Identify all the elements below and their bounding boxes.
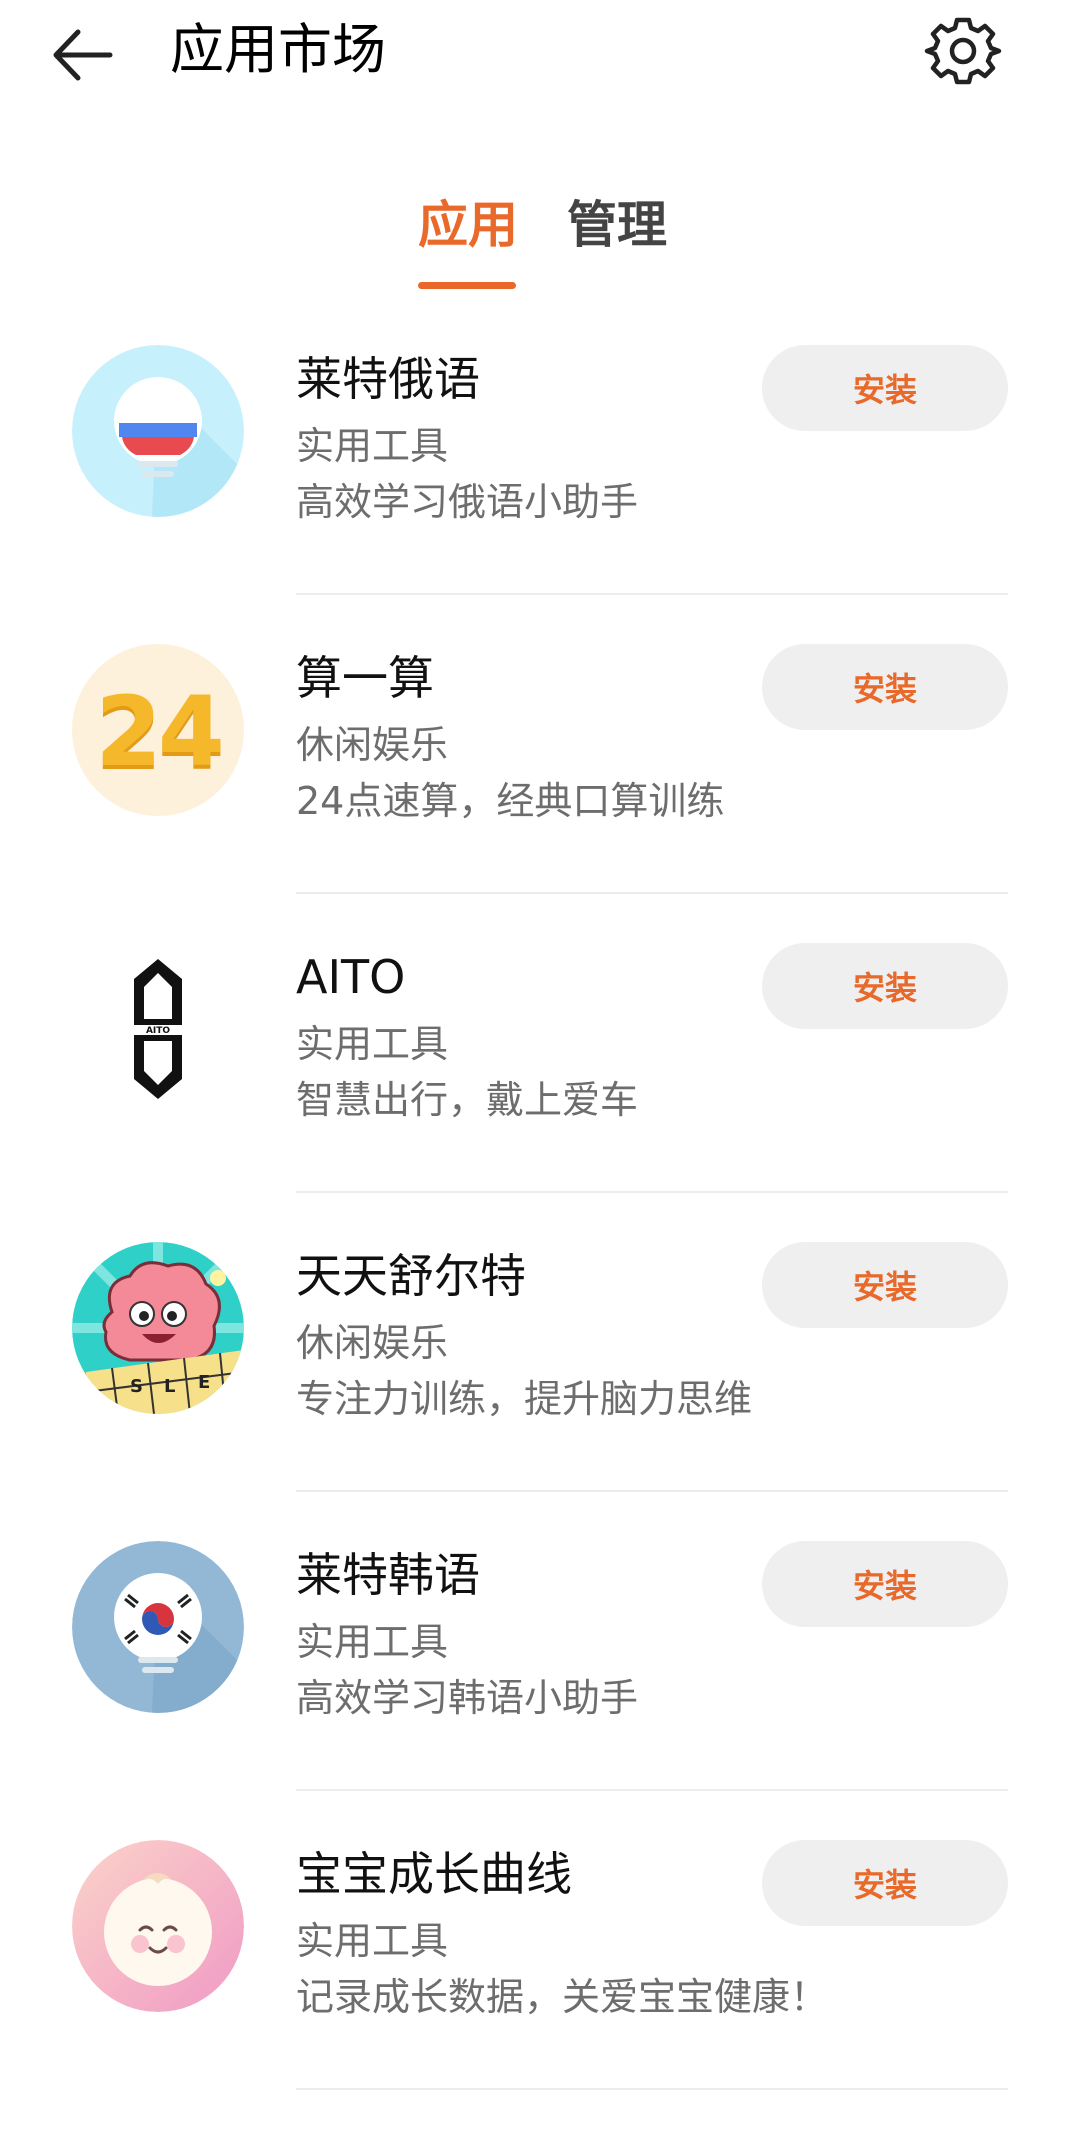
divider [296, 593, 1008, 595]
app-description: 专注力训练，提升脑力思维 [296, 1377, 753, 1421]
app-name: 莱特俄语 [296, 352, 480, 406]
install-button[interactable]: 安装 [762, 943, 1008, 1029]
active-tab-indicator [418, 282, 516, 289]
install-button[interactable]: 安装 [762, 1242, 1008, 1328]
divider [296, 1191, 1008, 1193]
divider [296, 892, 1008, 894]
top-bar: 应用市场 [0, 0, 1080, 110]
install-button[interactable]: 安装 [762, 644, 1008, 730]
tab-apps[interactable]: 应用 [418, 190, 518, 260]
aito-logo-icon: AITO [72, 943, 244, 1115]
number-24-icon: 24 [72, 644, 244, 816]
app-category: 休闲娱乐 [296, 723, 449, 767]
app-description: 高效学习韩语小助手 [296, 1676, 639, 1720]
svg-text:E: E [198, 1372, 210, 1393]
app-category: 休闲娱乐 [296, 1321, 449, 1365]
app-description: 高效学习俄语小助手 [296, 480, 639, 524]
svg-text:S: S [130, 1376, 143, 1397]
app-category: 实用工具 [296, 424, 449, 468]
settings-button[interactable] [918, 6, 1008, 96]
divider [296, 2088, 1008, 2090]
arrow-left-icon [53, 29, 113, 81]
app-name: AITO [296, 950, 406, 1004]
app-description: 智慧出行，戴上爱车 [296, 1078, 639, 1122]
app-name: 莱特韩语 [296, 1548, 480, 1602]
list-item[interactable]: L S E 天天舒尔特 休闲娱乐 专注力训练，提升脑力思维 安装 [0, 1242, 1080, 1542]
install-button[interactable]: 安装 [762, 345, 1008, 431]
cartoon-brain-icon: L S E [72, 1242, 244, 1414]
app-name: 算一算 [296, 651, 434, 705]
install-button[interactable]: 安装 [762, 1541, 1008, 1627]
list-item[interactable]: 宝宝成长曲线 实用工具 记录成长数据，关爱宝宝健康！ 安装 [0, 1840, 1080, 2140]
tab-manage[interactable]: 管理 [567, 190, 667, 260]
icon-number-24: 24 [95, 676, 225, 788]
app-name: 天天舒尔特 [296, 1249, 526, 1303]
app-description: 24点速算，经典口算训练 [296, 779, 725, 823]
list-item[interactable]: 24 算一算 休闲娱乐 24点速算，经典口算训练 安装 [0, 644, 1080, 944]
tab-bar: 应用 管理 [0, 190, 1080, 290]
divider [296, 1789, 1008, 1791]
app-category: 实用工具 [296, 1022, 449, 1066]
korean-flag-bulb-icon [72, 1541, 244, 1713]
app-category: 实用工具 [296, 1620, 449, 1664]
back-button[interactable] [40, 10, 130, 100]
svg-text:AITO: AITO [146, 1026, 170, 1036]
app-name: 宝宝成长曲线 [296, 1847, 572, 1901]
list-item[interactable]: 莱特韩语 实用工具 高效学习韩语小助手 安装 [0, 1541, 1080, 1841]
page-title: 应用市场 [170, 18, 386, 81]
baby-face-icon [72, 1840, 244, 2012]
list-item[interactable]: 莱特俄语 实用工具 高效学习俄语小助手 安装 [0, 345, 1080, 645]
svg-text:L: L [164, 1376, 175, 1397]
install-button[interactable]: 安装 [762, 1840, 1008, 1926]
divider [296, 1490, 1008, 1492]
app-description: 记录成长数据，关爱宝宝健康！ [296, 1975, 829, 2019]
list-item[interactable]: AITO AITO 实用工具 智慧出行，戴上爱车 安装 [0, 943, 1080, 1243]
russian-flag-bulb-icon [72, 345, 244, 517]
app-category: 实用工具 [296, 1919, 449, 1963]
gear-icon [924, 17, 1002, 85]
